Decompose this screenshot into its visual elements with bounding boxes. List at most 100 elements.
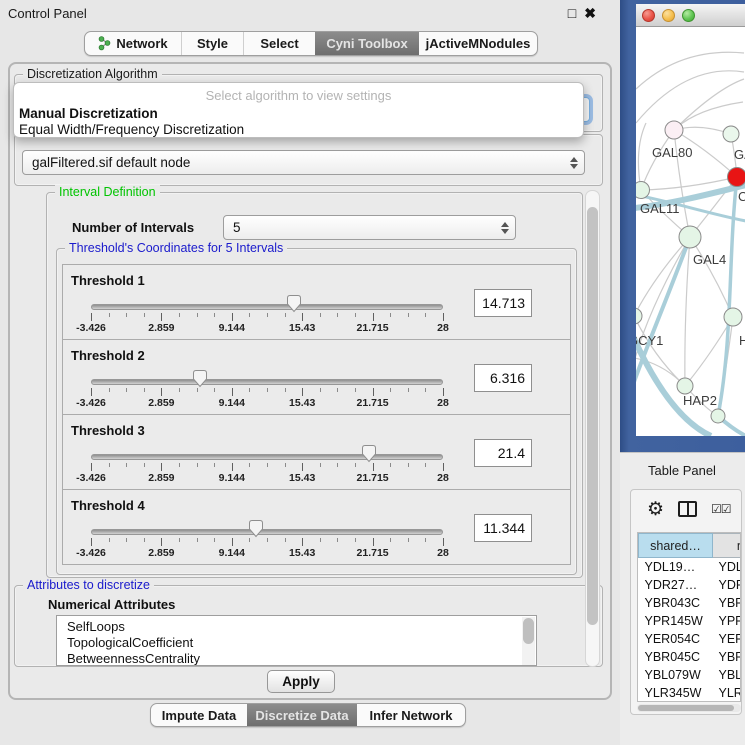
threshold-slider-thumb[interactable] — [192, 369, 208, 388]
tab-infer-network[interactable]: Infer Network — [357, 704, 465, 726]
table-cell[interactable]: YBR043C — [713, 594, 742, 612]
table-cell[interactable]: YIL052C — [639, 702, 713, 703]
threshold-slider-thumb[interactable] — [248, 519, 264, 538]
table-row[interactable]: YBL079WYBL079W — [639, 666, 742, 684]
network-node[interactable] — [665, 121, 683, 139]
threshold-value-field[interactable]: 11.344 — [474, 514, 532, 542]
close-traffic-light-icon[interactable] — [642, 9, 655, 22]
table-cell[interactable]: YDL19… — [713, 558, 742, 576]
algorithm-placeholder-option[interactable]: Select algorithm to view settings — [14, 88, 583, 103]
network-node[interactable] — [677, 378, 693, 394]
table-row[interactable]: YER054CYER054C — [639, 630, 742, 648]
table-cell[interactable]: YDR27… — [639, 576, 713, 594]
table-row[interactable]: YPR145WYPR145W — [639, 612, 742, 630]
table-cell[interactable]: YDL19… — [639, 558, 713, 576]
table-cell[interactable]: YBL079W — [713, 666, 742, 684]
table-cell[interactable]: YLR345W — [639, 684, 713, 702]
gear-icon[interactable]: ⚙ — [647, 500, 664, 519]
zoom-traffic-light-icon[interactable] — [682, 9, 695, 22]
table-data-select[interactable]: galFiltered.sif default node — [22, 150, 585, 175]
tab-cyni-toolbox[interactable]: Cyni Toolbox — [315, 32, 419, 55]
network-node[interactable] — [636, 182, 650, 199]
settings-scrollbar-thumb[interactable] — [587, 207, 598, 625]
table-cell[interactable]: YER054C — [639, 630, 713, 648]
table-cell[interactable]: YBR043C — [639, 594, 713, 612]
select-columns-icon[interactable]: ☑☑ — [711, 502, 731, 516]
table-horizontal-scrollbar[interactable] — [637, 704, 741, 712]
table-row[interactable]: YLR345WYLR345W — [639, 684, 742, 702]
tab-select[interactable]: Select — [243, 32, 315, 55]
threshold-slider-thumb[interactable] — [361, 444, 377, 463]
settings-scrollbar[interactable] — [585, 190, 600, 667]
table-cell[interactable]: YER054C — [713, 630, 742, 648]
slider-tick — [267, 388, 268, 392]
network-node[interactable] — [728, 168, 745, 187]
apply-button[interactable]: Apply — [267, 670, 335, 693]
attributes-list-scrollbar[interactable] — [522, 617, 535, 665]
slider-scale-label: 2.859 — [148, 547, 174, 559]
table-row[interactable]: YDL19…YDL19… — [639, 558, 742, 576]
threshold-value-field[interactable]: 14.713 — [474, 289, 532, 317]
tab-jactivemnodules[interactable]: jActiveMNodules — [419, 32, 537, 55]
network-canvas[interactable]: GAL80GAGAL11CGAL4GCY1HHAP2 — [636, 27, 745, 436]
attribute-list-item[interactable]: BetweennessCentrality — [67, 651, 536, 666]
table-cell[interactable]: YLR345W — [713, 684, 742, 702]
network-window-titlebar[interactable] — [636, 4, 745, 27]
network-node[interactable] — [711, 409, 725, 423]
tab-style[interactable]: Style — [181, 32, 243, 55]
table-row[interactable]: YBR045CYBR045C — [639, 648, 742, 666]
network-edge[interactable] — [636, 316, 685, 386]
network-node[interactable] — [679, 226, 701, 248]
close-icon[interactable]: ✖ — [584, 5, 596, 22]
slider-scale-labels: -3.4262.8599.14415.4321.71528 — [91, 472, 443, 485]
attribute-list-item[interactable]: SelfLoops — [67, 619, 536, 635]
slider-scale-label: 21.715 — [357, 547, 389, 559]
option-equal-width-frequency[interactable]: Equal Width/Frequency Discretization — [18, 122, 578, 137]
table-column-header[interactable]: name — [713, 534, 742, 558]
threshold-slider-thumb[interactable] — [286, 294, 302, 313]
threshold-slider-track[interactable] — [91, 379, 443, 385]
threshold-slider-track[interactable] — [91, 454, 443, 460]
slider-tick — [408, 388, 409, 392]
option-manual-discretization[interactable]: Manual Discretization — [18, 106, 578, 121]
table-row[interactable]: YBR043CYBR043C — [639, 594, 742, 612]
network-node[interactable] — [723, 126, 739, 142]
table-cell[interactable]: YBL079W — [639, 666, 713, 684]
float-window-icon[interactable]: □ — [568, 5, 576, 22]
threshold-value-field[interactable]: 6.316 — [474, 364, 532, 392]
table-cell[interactable]: YDR27… — [713, 576, 742, 594]
node-table[interactable]: shared…name YDL19…YDL19…YDR27…YDR27…YBR0… — [637, 532, 741, 702]
attribute-list-item[interactable]: TopologicalCoefficient — [67, 635, 536, 651]
network-edge-teal[interactable] — [718, 177, 737, 416]
table-cell[interactable]: YPR145W — [639, 612, 713, 630]
split-view-icon[interactable] — [678, 501, 697, 517]
table-column-header[interactable]: shared… — [639, 534, 713, 558]
network-node[interactable] — [636, 308, 642, 324]
attributes-list[interactable]: SelfLoopsTopologicalCoefficientBetweenne… — [56, 615, 537, 666]
table-cell[interactable]: YBR045C — [713, 648, 742, 666]
network-edge[interactable] — [690, 237, 733, 317]
slider-scale-label: 28 — [437, 397, 449, 409]
slider-tick — [408, 313, 409, 317]
slider-scale-labels: -3.4262.8599.14415.4321.71528 — [91, 397, 443, 410]
table-cell[interactable]: YBR045C — [639, 648, 713, 666]
tab-discretize-data[interactable]: Discretize Data — [247, 704, 357, 726]
table-row[interactable]: YIL052CYIL052C — [639, 702, 742, 703]
table-row[interactable]: YDR27…YDR27… — [639, 576, 742, 594]
threshold-value-field[interactable]: 21.4 — [474, 439, 532, 467]
table-cell[interactable]: YIL052C — [713, 702, 742, 703]
tab-network[interactable]: Network — [85, 32, 181, 55]
network-node[interactable] — [724, 308, 742, 326]
network-edge[interactable] — [685, 237, 690, 386]
tab-impute-data[interactable]: Impute Data — [151, 704, 247, 726]
threshold-slider-track[interactable] — [91, 304, 443, 310]
slider-tick — [285, 463, 286, 467]
network-edge-teal[interactable] — [636, 237, 690, 399]
threshold-slider-track[interactable] — [91, 529, 443, 535]
slider-tick — [373, 388, 374, 396]
slider-tick — [390, 538, 391, 542]
minimize-traffic-light-icon[interactable] — [662, 9, 675, 22]
network-edge[interactable] — [641, 130, 674, 190]
number-of-intervals-select[interactable]: 5 — [223, 215, 516, 240]
table-cell[interactable]: YPR145W — [713, 612, 742, 630]
